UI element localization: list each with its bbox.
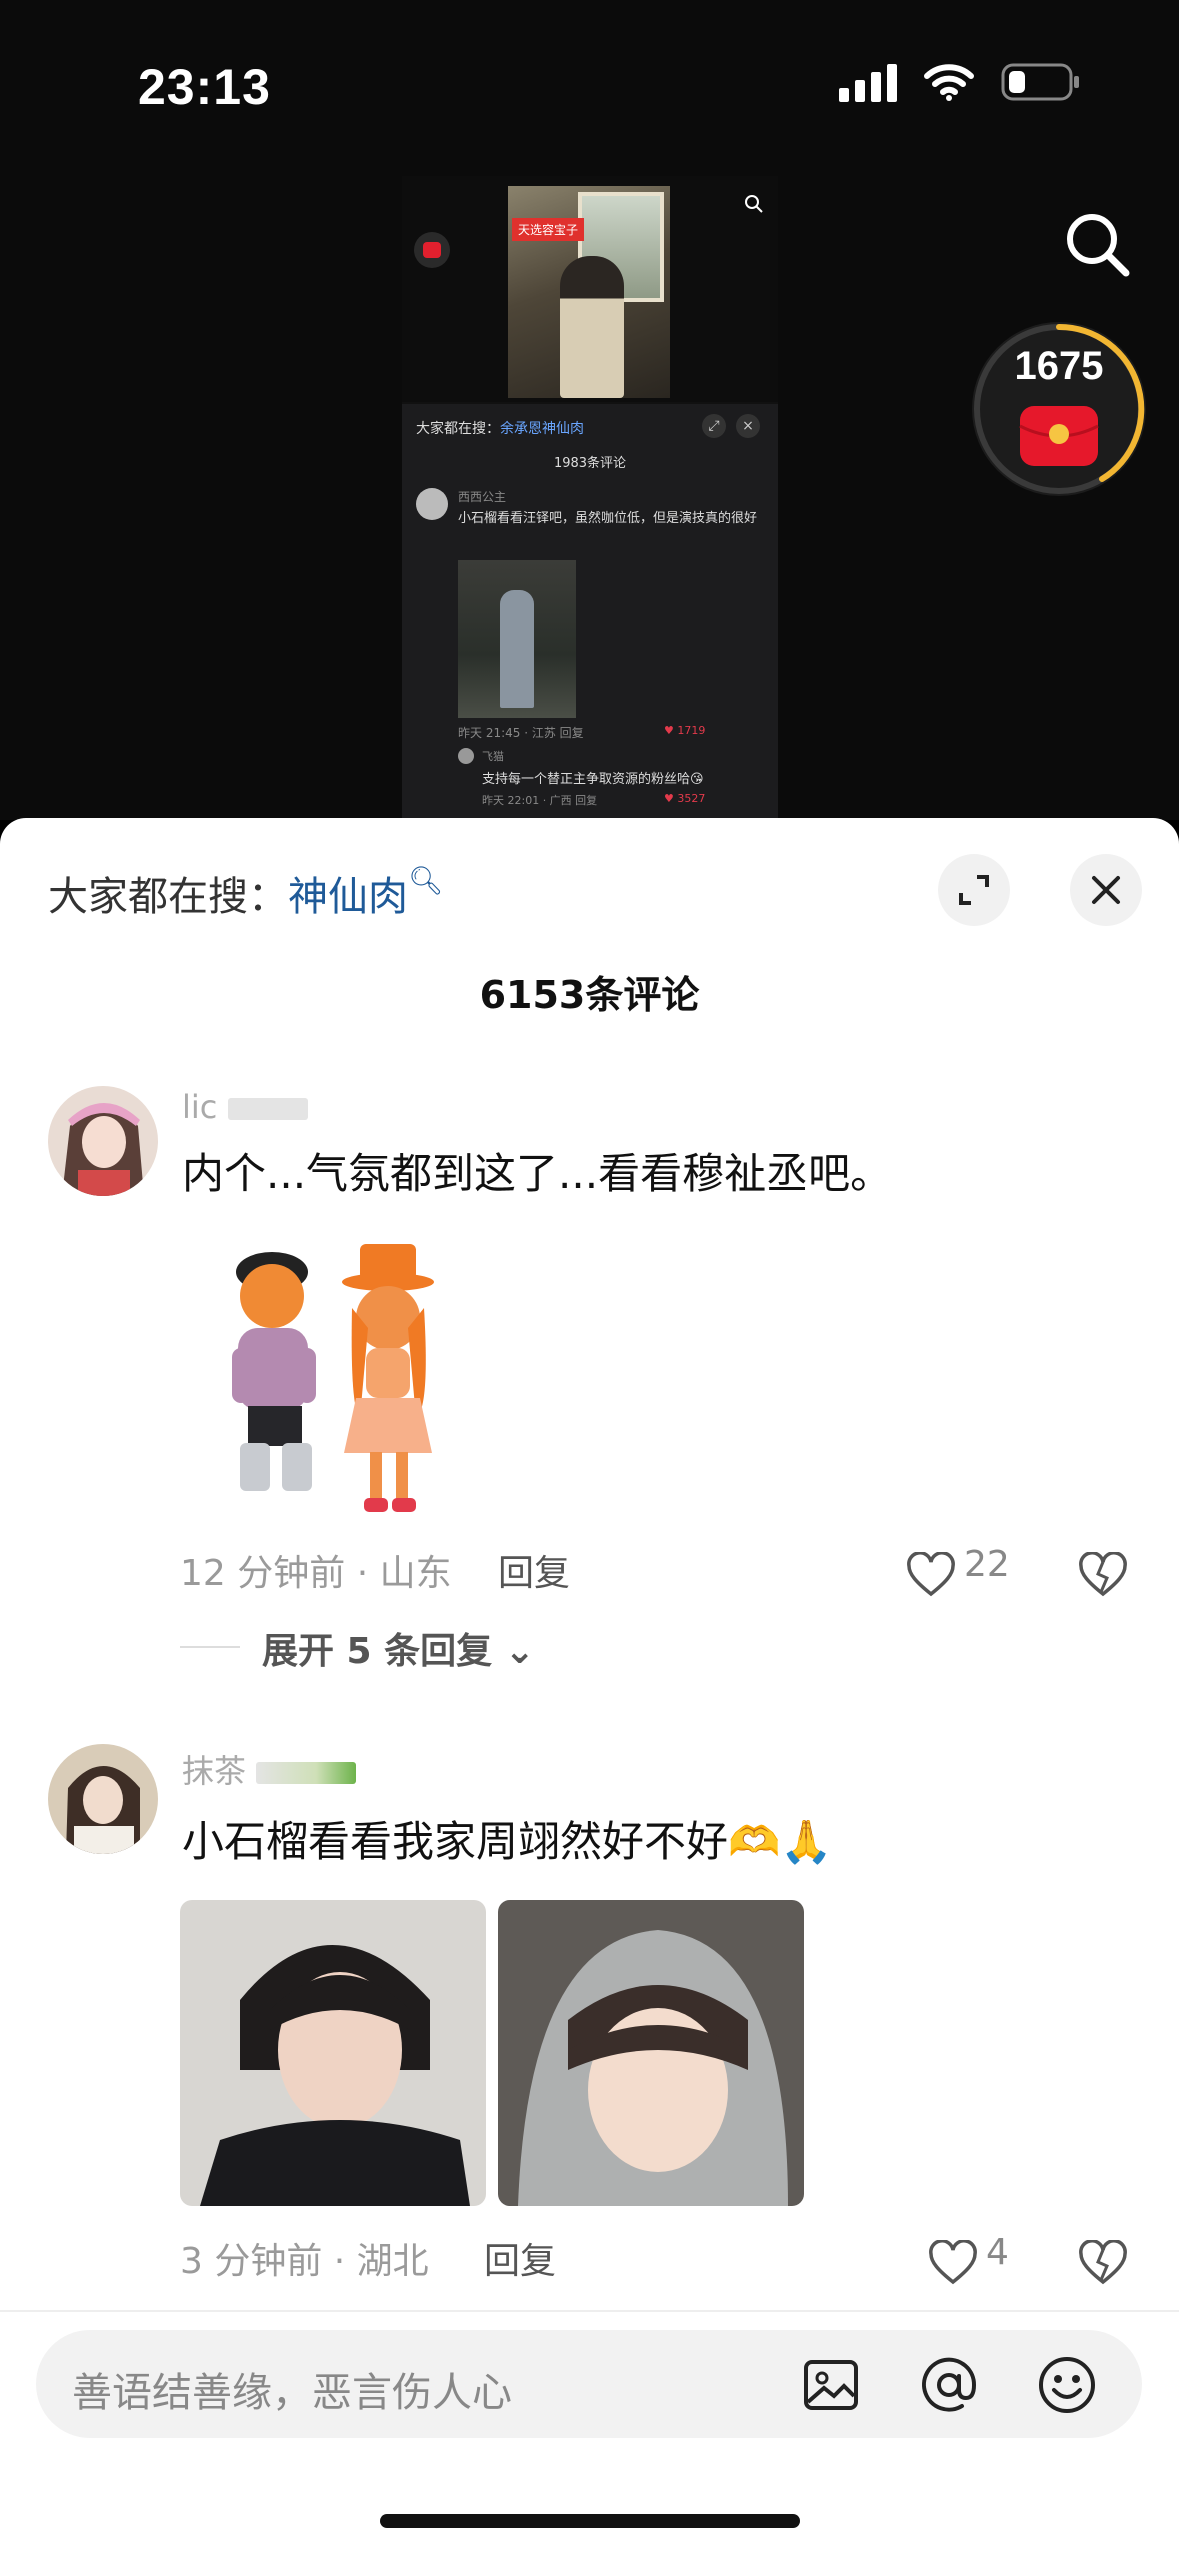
mini-tag: 天选容宝子 — [512, 218, 585, 241]
comment-time-location: 12 分钟前 · 山东 — [180, 1553, 452, 1594]
mini-search-icon — [745, 195, 763, 213]
comment-input-placeholder: 善语结善缘，恶言伤人心 — [72, 2370, 512, 2416]
mini-close-icon: × — [736, 414, 760, 438]
comment-username[interactable]: 抹茶 — [182, 1746, 357, 1792]
mini-comment-image — [458, 560, 576, 718]
embedded-screenshot: 天选容宝子 大家都在搜：余承恩神仙肉 ⤢ × 1983条评论 西西公主 小石榴看… — [402, 176, 778, 820]
dislike-icon[interactable] — [1078, 1552, 1128, 1598]
mini-comment-text: 小石榴看看汪铎吧，虽然咖位低，但是演技真的很好 — [458, 511, 758, 526]
image-icon[interactable] — [800, 2354, 862, 2416]
expand-icon — [959, 875, 989, 905]
comment-image-2[interactable] — [498, 1900, 804, 2206]
status-time: 23:13 — [138, 59, 271, 115]
chevron-down-icon: ⌄ — [504, 1631, 535, 1672]
red-packet-widget[interactable]: 1675 — [972, 322, 1146, 496]
expand-replies-button[interactable]: 展开 5 条回复 ⌄ — [262, 1622, 535, 1674]
comment-input[interactable]: 善语结善缘，恶言伤人心 — [36, 2330, 1142, 2438]
mini-sub-text: 支持每一个替正主争取资源的粉丝哈😘 — [482, 772, 704, 787]
video-area[interactable]: 23:13 1675 天选容宝子 大家都在搜：余承恩神仙肉 ⤢ × 1983条评… — [0, 0, 1179, 820]
username-blur — [256, 1762, 357, 1784]
hot-search-label: 大家都在搜： — [48, 874, 288, 920]
hot-search[interactable]: 大家都在搜：神仙肉🔍︎ — [48, 864, 444, 922]
comment-image-1[interactable] — [180, 1900, 486, 2206]
dislike-icon[interactable] — [1078, 2240, 1128, 2286]
mini-like-count: ♥ 1719 — [664, 724, 706, 737]
username-blur — [227, 1098, 308, 1120]
avatar[interactable] — [48, 1744, 158, 1854]
comment-input-bar: 善语结善缘，恶言伤人心 — [0, 2310, 1179, 2450]
home-indicator[interactable] — [380, 2514, 800, 2528]
search-icon[interactable] — [1058, 205, 1138, 285]
mini-sub-like-count: ♥ 3527 — [664, 792, 706, 805]
red-packet-icon — [1019, 406, 1099, 466]
comment-username[interactable]: lic — [182, 1088, 308, 1126]
emoji-icon[interactable] — [1036, 2354, 1098, 2416]
battery-icon — [1001, 62, 1081, 102]
wifi-icon — [923, 62, 975, 102]
reply-button[interactable]: 回复 — [498, 1544, 570, 1596]
hot-search-keyword[interactable]: 神仙肉 — [288, 874, 408, 920]
at-icon[interactable] — [918, 2354, 980, 2416]
like-icon[interactable] — [906, 1552, 956, 1598]
search-small-icon: 🔍︎ — [408, 864, 444, 897]
status-icons — [839, 62, 1081, 102]
comment-text: 小石榴看看我家周翊然好不好🫶🙏 — [182, 1817, 833, 1866]
mini-sub-username: 飞猫 — [482, 750, 504, 763]
comment-count: 6153条评论 — [479, 973, 700, 1017]
like-icon[interactable] — [928, 2240, 978, 2286]
close-button[interactable] — [1070, 854, 1142, 926]
like-count: 4 — [986, 2232, 1009, 2273]
mini-hot-search: 大家都在搜：余承恩神仙肉 — [416, 421, 584, 437]
close-icon — [1092, 876, 1120, 904]
expand-button[interactable] — [938, 854, 1010, 926]
mini-username: 西西公主 — [458, 490, 507, 504]
comment-sheet: 大家都在搜：神仙肉🔍︎ 6153条评论 lic 内个...气氛都到这了...看看… — [0, 818, 1179, 2556]
mini-expand-icon: ⤢ — [702, 414, 726, 438]
avatar[interactable] — [48, 1086, 158, 1196]
mini-meta: 昨天 21:45 · 江苏 回复 — [458, 726, 584, 740]
like-count: 22 — [964, 1544, 1010, 1585]
mini-comment-count: 1983条评论 — [553, 456, 627, 471]
mini-sub-avatar — [458, 748, 474, 764]
reply-button[interactable]: 回复 — [484, 2232, 556, 2284]
mini-sub-meta: 昨天 22:01 · 广西 回复 — [482, 794, 598, 807]
comment-sticker-image[interactable] — [210, 1238, 480, 1533]
mini-video: 天选容宝子 — [402, 176, 778, 402]
red-packet-count: 1675 — [1014, 344, 1104, 388]
comment-time-location: 3 分钟前 · 湖北 — [180, 2241, 429, 2282]
comment-text: 内个...气氛都到这了...看看穆祉丞吧。 — [182, 1149, 893, 1198]
mini-comment-sheet: 大家都在搜：余承恩神仙肉 ⤢ × 1983条评论 西西公主 小石榴看看汪铎吧，虽… — [402, 404, 778, 820]
mini-red-packet-icon — [414, 232, 450, 268]
expand-divider — [180, 1646, 240, 1648]
signal-icon — [839, 62, 897, 102]
mini-avatar — [416, 488, 448, 520]
